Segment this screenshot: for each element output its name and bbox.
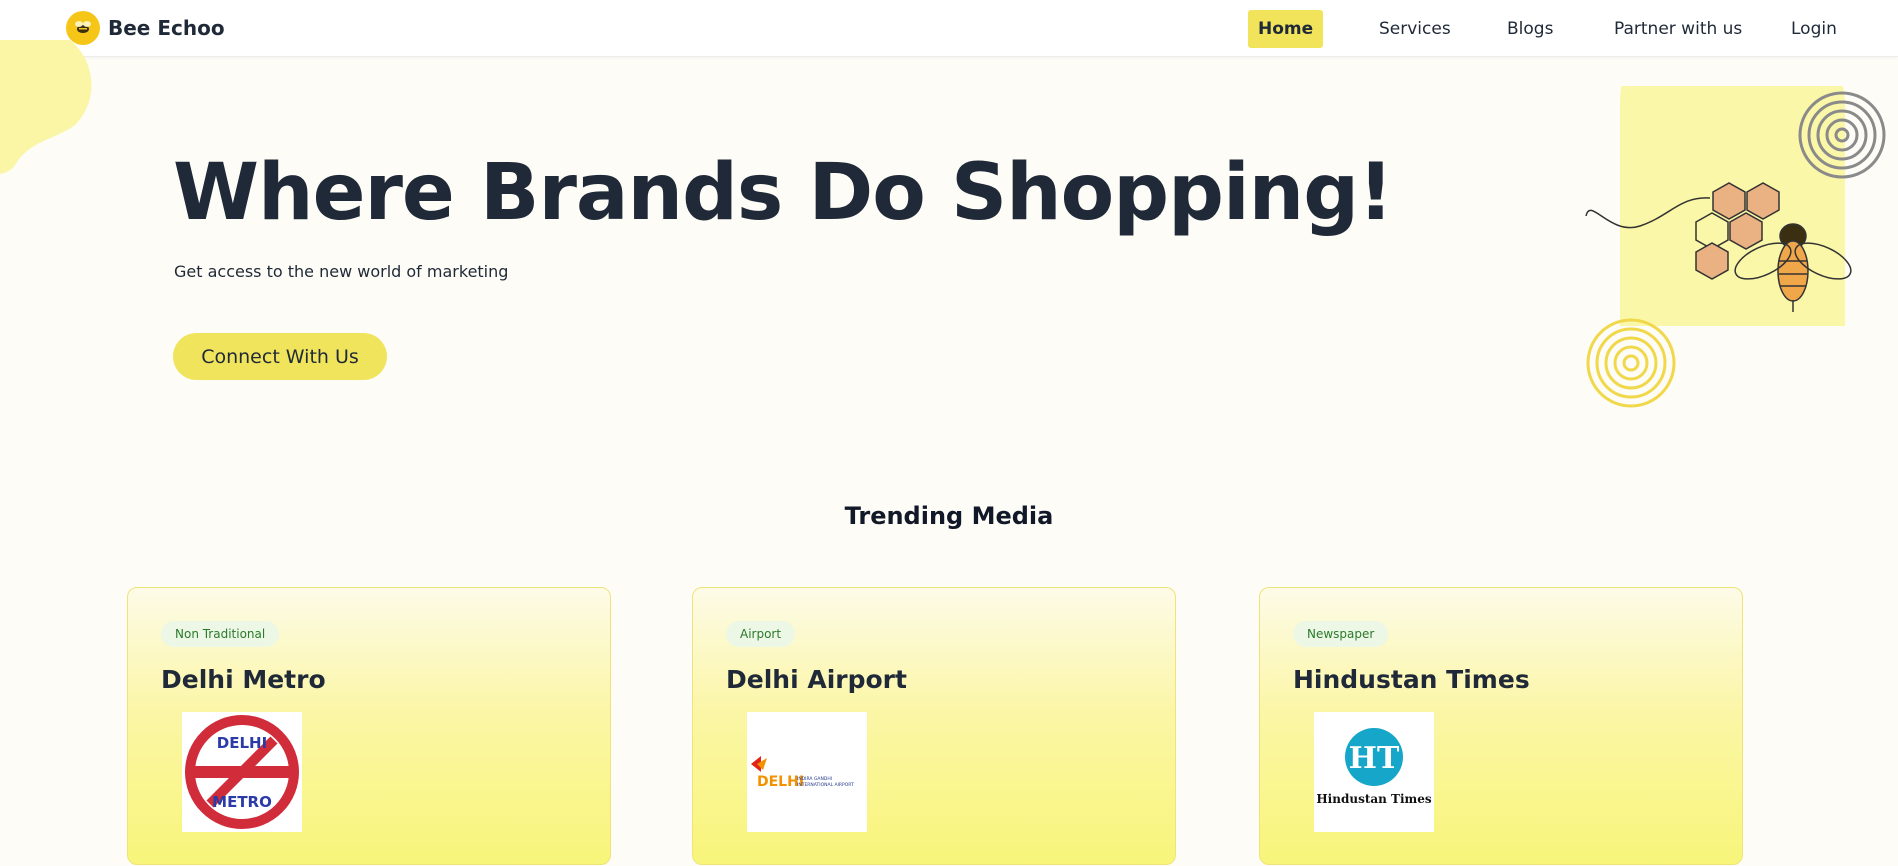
nav-blogs[interactable]: Blogs — [1497, 10, 1563, 48]
category-badge: Newspaper — [1293, 621, 1389, 647]
nav-home[interactable]: Home — [1248, 10, 1324, 48]
nav-partner-with-us[interactable]: Partner with us — [1604, 10, 1752, 48]
svg-text:DELHI: DELHI — [217, 734, 267, 752]
connect-with-us-button[interactable]: Connect With Us — [173, 333, 387, 380]
svg-text:Hindustan Times: Hindustan Times — [1316, 792, 1432, 806]
card-title: Hindustan Times — [1293, 665, 1530, 694]
nav-services[interactable]: Services — [1369, 10, 1461, 48]
category-badge: Airport — [726, 621, 796, 647]
trending-media-title: Trending Media — [844, 502, 1054, 530]
bee-illustration — [1585, 86, 1886, 408]
brand-name: Bee Echoo — [108, 16, 225, 40]
hero-title: Where Brands Do Shopping! — [173, 148, 1394, 238]
nav-login[interactable]: Login — [1781, 10, 1847, 48]
decorative-blob — [0, 40, 92, 174]
top-navbar: Bee Echoo Home Services Blogs Partner wi… — [0, 0, 1898, 57]
hindustan-times-logo: HT Hindustan Times — [1314, 712, 1434, 832]
media-card-hindustan-times[interactable]: Newspaper Hindustan Times HT Hindustan T… — [1259, 587, 1743, 865]
yellow-spiral-decoration — [1586, 318, 1676, 408]
svg-text:INTERNATIONAL AIRPORT: INTERNATIONAL AIRPORT — [797, 782, 854, 788]
svg-text:INDIRA GANDHI: INDIRA GANDHI — [797, 776, 832, 782]
svg-text:HT: HT — [1349, 741, 1400, 776]
svg-text:METRO: METRO — [212, 793, 272, 811]
category-badge: Non Traditional — [161, 621, 280, 647]
media-card-delhi-airport[interactable]: Airport Delhi Airport DELHI INDIRA GANDH… — [692, 587, 1176, 865]
media-card-delhi-metro[interactable]: Non Traditional Delhi Metro DELHI METRO — [127, 587, 611, 865]
delhi-metro-logo: DELHI METRO — [182, 712, 302, 832]
delhi-airport-logo: DELHI INDIRA GANDHI INTERNATIONAL AIRPOR… — [747, 712, 867, 832]
card-title: Delhi Metro — [161, 665, 326, 694]
hero-subtitle: Get access to the new world of marketing — [174, 262, 509, 281]
card-title: Delhi Airport — [726, 665, 907, 694]
